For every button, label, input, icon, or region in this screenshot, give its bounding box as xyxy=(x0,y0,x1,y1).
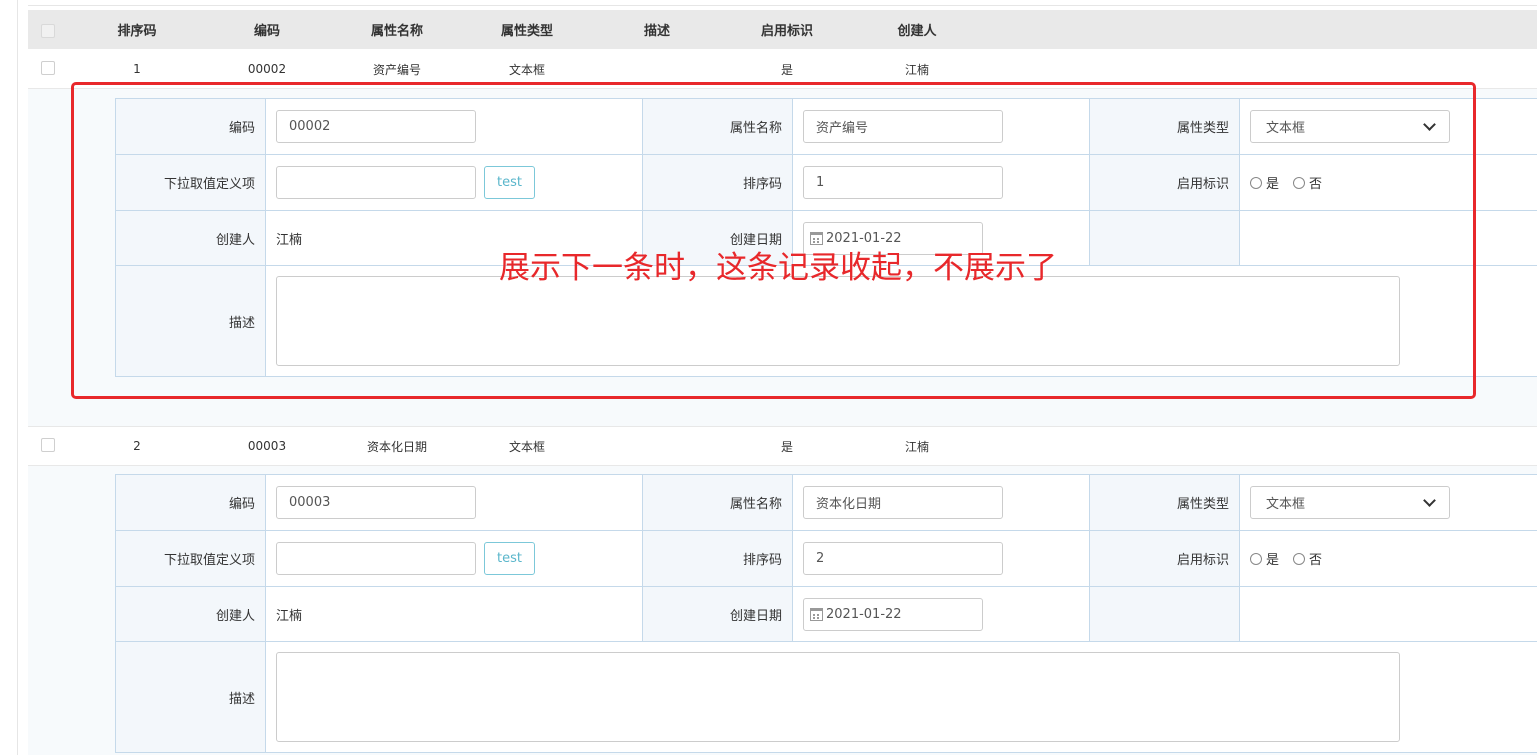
sort-label: 排序码 xyxy=(642,154,793,211)
attr-name-input[interactable] xyxy=(803,486,1003,519)
radio-yes-label: 是 xyxy=(1266,177,1280,192)
detail-form: 编码 属性名称 属性类型 文本框 下拉取值定义项 test 排序码 启用标识 是… xyxy=(115,474,1537,753)
chevron-down-icon xyxy=(1423,118,1436,131)
grid-header: 排序码 编码 属性名称 属性类型 描述 启用标识 创建人 xyxy=(28,10,1537,49)
cell-type: 文本框 xyxy=(508,62,546,77)
empty-cell xyxy=(1239,210,1537,266)
creator-label: 创建人 xyxy=(115,586,266,642)
creator-label: 创建人 xyxy=(115,210,266,266)
enabled-label: 启用标识 xyxy=(1089,530,1240,587)
date-input[interactable]: 2021-01-22 xyxy=(803,597,983,631)
cell-type: 文本框 xyxy=(508,439,546,454)
calendar-icon xyxy=(810,607,823,621)
select-all-checkbox[interactable] xyxy=(41,24,55,38)
col-header-code[interactable]: 编码 xyxy=(254,10,280,49)
attr-name-label: 属性名称 xyxy=(642,98,793,155)
cell-name: 资产编号 xyxy=(372,62,422,77)
row-checkbox[interactable] xyxy=(41,61,55,75)
date-value: 2021-01-22 xyxy=(826,606,902,622)
radio-no[interactable] xyxy=(1293,176,1306,189)
code-input[interactable] xyxy=(276,110,476,143)
cell-code: 00002 xyxy=(247,62,287,76)
dropdown-def-input[interactable] xyxy=(276,166,476,199)
dropdown-def-input[interactable] xyxy=(276,542,476,575)
attr-name-input[interactable] xyxy=(803,110,1003,143)
col-header-desc[interactable]: 描述 xyxy=(644,10,670,49)
creator-value: 江楠 xyxy=(265,586,643,642)
sort-input[interactable] xyxy=(803,166,1003,199)
col-header-type[interactable]: 属性类型 xyxy=(501,10,553,49)
code-input[interactable] xyxy=(276,486,476,519)
sort-input[interactable] xyxy=(803,542,1003,575)
radio-no-label: 否 xyxy=(1309,177,1323,192)
enabled-label: 启用标识 xyxy=(1089,154,1240,211)
radio-yes[interactable] xyxy=(1250,552,1262,565)
attr-type-value: 文本框 xyxy=(1266,497,1306,512)
desc-textarea[interactable] xyxy=(276,652,1400,742)
cell-enabled: 是 xyxy=(780,439,794,454)
dropdown-def-label: 下拉取值定义项 xyxy=(115,530,266,587)
row-checkbox[interactable] xyxy=(41,438,55,452)
dropdown-def-label: 下拉取值定义项 xyxy=(115,154,266,211)
attr-type-label: 属性类型 xyxy=(1089,474,1240,531)
left-border xyxy=(17,0,18,755)
cell-sort: 2 xyxy=(133,439,141,453)
chevron-down-icon xyxy=(1423,494,1436,507)
cell-enabled: 是 xyxy=(780,62,794,77)
col-header-sort[interactable]: 排序码 xyxy=(117,10,156,49)
empty-label xyxy=(1089,210,1240,266)
radio-no[interactable] xyxy=(1293,552,1306,565)
test-button[interactable]: test xyxy=(484,166,535,199)
radio-no-label: 否 xyxy=(1309,553,1323,568)
radio-yes-label: 是 xyxy=(1266,553,1280,568)
annotation-text: 展示下一条时，这条记录收起，不展示了 xyxy=(499,250,1057,286)
radio-yes[interactable] xyxy=(1250,176,1262,189)
cell-sort: 1 xyxy=(133,62,141,76)
cell-creator: 江楠 xyxy=(904,62,930,77)
desc-label: 描述 xyxy=(115,641,266,753)
col-header-enabled[interactable]: 启用标识 xyxy=(761,10,813,49)
attr-type-select[interactable]: 文本框 xyxy=(1250,486,1450,519)
date-label: 创建日期 xyxy=(642,586,793,642)
col-header-creator[interactable]: 创建人 xyxy=(897,10,936,49)
cell-creator: 江楠 xyxy=(904,439,930,454)
attr-type-select[interactable]: 文本框 xyxy=(1250,110,1450,143)
empty-cell xyxy=(1239,586,1537,642)
cell-name: 资本化日期 xyxy=(366,439,428,454)
empty-label xyxy=(1089,586,1240,642)
sort-label: 排序码 xyxy=(642,530,793,587)
desc-label: 描述 xyxy=(115,265,266,377)
code-label: 编码 xyxy=(115,98,266,155)
table-row[interactable]: 2 00003 资本化日期 文本框 是 江楠 xyxy=(28,427,1537,465)
attr-type-label: 属性类型 xyxy=(1089,98,1240,155)
attr-name-label: 属性名称 xyxy=(642,474,793,531)
test-button[interactable]: test xyxy=(484,542,535,575)
detail-form: 编码 属性名称 属性类型 文本框 下拉取值定义项 test 排序码 启用标识 是… xyxy=(115,98,1537,377)
col-header-name[interactable]: 属性名称 xyxy=(371,10,423,49)
table-row[interactable]: 1 00002 资产编号 文本框 是 江楠 xyxy=(28,50,1537,88)
desc-textarea[interactable] xyxy=(276,276,1400,366)
attr-type-value: 文本框 xyxy=(1266,121,1306,136)
top-border xyxy=(28,5,1537,6)
cell-code: 00003 xyxy=(247,439,287,453)
code-label: 编码 xyxy=(115,474,266,531)
